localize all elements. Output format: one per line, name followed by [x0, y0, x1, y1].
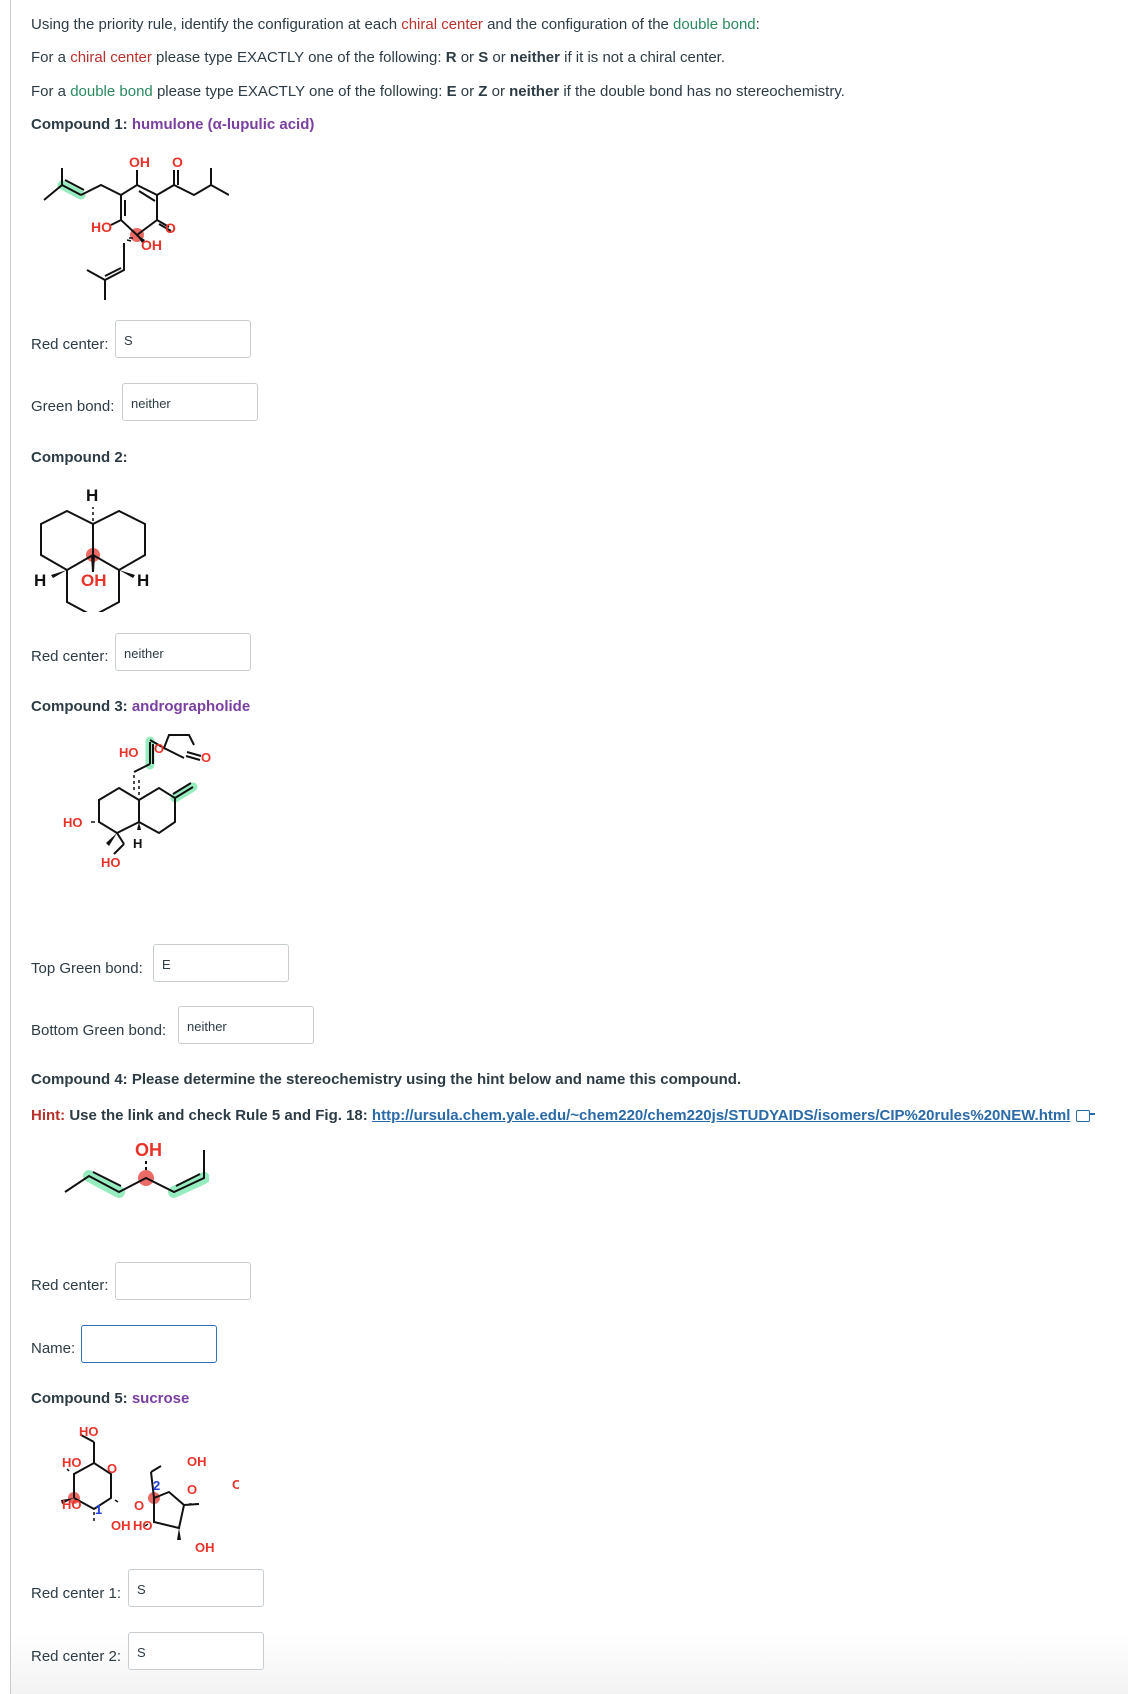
atom-label: HO — [63, 815, 83, 830]
compound-3-bottom-green-bond-label: Bottom Green bond: — [31, 1022, 167, 1039]
atom-label: OH — [187, 1454, 207, 1469]
compound-1-red-center-label: Red center: — [31, 336, 109, 353]
compound-2-structure: H H OH H — [34, 486, 149, 612]
atom-label: O — [201, 750, 211, 765]
atom-label: H — [137, 571, 149, 590]
compound-1-green-bond-input[interactable] — [122, 383, 258, 421]
compound-1-structure: OH O HO O OH — [43, 154, 229, 300]
atom-label: O — [107, 1461, 117, 1476]
compound-3-name: andrographolide — [131, 698, 251, 715]
compound-5-red-center-1-label: Red center 1: — [31, 1585, 122, 1602]
atom-label: 1 — [95, 1502, 102, 1517]
instruction-line-1: Using the priority rule, identify the co… — [31, 16, 760, 33]
atom-label: H — [34, 571, 46, 590]
compound-2-red-center-label: Red center: — [31, 648, 109, 665]
compound-1-name: humulone (α-lupulic acid) — [131, 116, 315, 133]
compound-4-name-input[interactable] — [81, 1325, 217, 1363]
instruction-line-3: For a double bond please type EXACTLY on… — [31, 83, 845, 100]
content-left-border — [10, 0, 11, 1694]
atom-label: HO — [91, 219, 112, 235]
atom-label: O — [187, 1482, 197, 1497]
atom-label: OH — [141, 237, 162, 253]
compound-4-red-center-label: Red center: — [31, 1277, 109, 1294]
atom-label: OH — [135, 1140, 162, 1160]
compound-3-structure: O HO O HO H HO — [63, 734, 211, 870]
double-bond-term: double bond — [673, 16, 756, 33]
compound-4-hint: Hint: Use the link and check Rule 5 and … — [31, 1107, 1096, 1124]
atom-label: H — [133, 836, 142, 851]
compound-1-heading: Compound 1: humulone (α-lupulic acid) — [31, 116, 315, 133]
atom-label: OH — [81, 571, 107, 590]
compound-5-red-center-2-label: Red center 2: — [31, 1648, 122, 1665]
atom-label: HO — [133, 1518, 153, 1533]
atom-label: O — [165, 220, 176, 236]
compound-3-top-green-bond-input[interactable] — [153, 944, 289, 982]
chiral-center-term: chiral center — [401, 16, 483, 33]
atom-label: HO — [62, 1455, 82, 1470]
atom-label: OH — [195, 1540, 215, 1555]
atom-label: OH — [232, 1477, 239, 1492]
instruction-line-2: For a chiral center please type EXACTLY … — [31, 49, 726, 66]
compound-5-red-center-2-input[interactable] — [128, 1632, 264, 1670]
hint-label: Hint: — [31, 1107, 66, 1124]
compound-2-red-center-input[interactable] — [115, 633, 251, 671]
compound-1-red-center-input[interactable] — [115, 320, 251, 358]
atom-label: OH — [111, 1518, 131, 1533]
compound-2-heading: Compound 2: — [31, 449, 128, 466]
compound-5-red-center-1-input[interactable] — [128, 1569, 264, 1607]
atom-label: HO — [62, 1497, 82, 1512]
atom-label: O — [154, 741, 164, 756]
atom-label: HO — [119, 745, 139, 760]
compound-4-name-label: Name: — [31, 1340, 76, 1357]
atom-label: O — [134, 1498, 144, 1513]
atom-label: OH — [129, 154, 150, 170]
compound-1-green-bond-label: Green bond: — [31, 398, 115, 415]
atom-label: O — [172, 154, 183, 170]
compound-5-heading: Compound 5: sucrose — [31, 1390, 190, 1407]
compound-3-bottom-green-bond-input[interactable] — [178, 1006, 314, 1044]
atom-label: H — [86, 486, 98, 505]
cip-rules-link[interactable]: http://ursula.chem.yale.edu/~chem220/che… — [372, 1107, 1070, 1124]
external-link-icon — [1076, 1110, 1096, 1122]
compound-5-name: sucrose — [131, 1390, 190, 1407]
compound-4-structure: OH — [64, 1140, 209, 1198]
compound-4-heading: Compound 4: Please determine the stereoc… — [31, 1071, 742, 1088]
atom-label: 2 — [153, 1478, 160, 1493]
atom-label: HO — [79, 1424, 99, 1439]
compound-3-top-green-bond-label: Top Green bond: — [31, 960, 143, 977]
compound-3-heading: Compound 3: andrographolide — [31, 698, 251, 715]
compound-4-red-center-input[interactable] — [115, 1262, 251, 1300]
compound-5-structure: HO HO HO O 1 OH HO 2 O OH O OH OH — [61, 1424, 239, 1555]
atom-label: HO — [101, 855, 121, 870]
